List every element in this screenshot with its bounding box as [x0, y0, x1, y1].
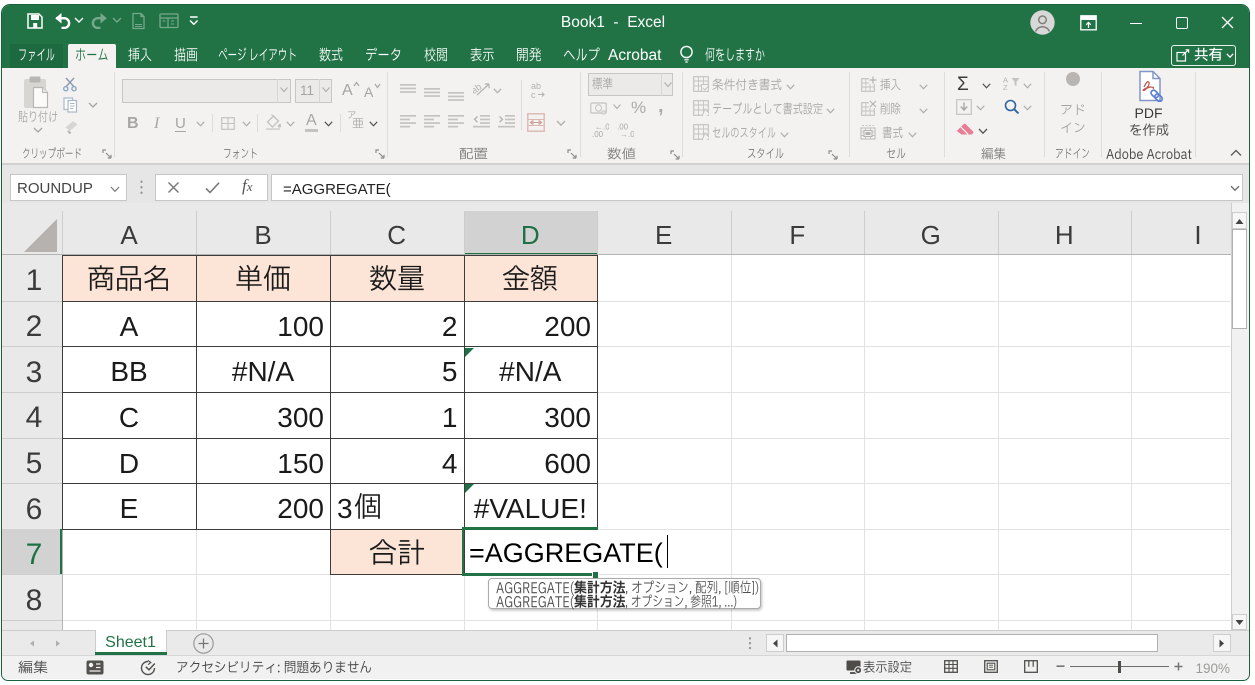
svg-text:Z: Z [1003, 83, 1008, 90]
svg-text:.00: .00 [592, 130, 604, 137]
svg-text:→.0: →.0 [620, 130, 634, 137]
svg-text:c: c [531, 90, 536, 98]
